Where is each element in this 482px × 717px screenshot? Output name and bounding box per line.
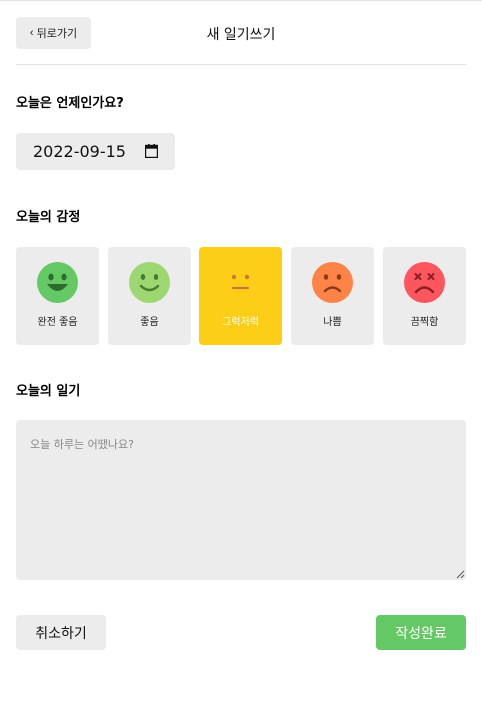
header: ‹ 뒤로가기 새 일기쓰기 — [16, 17, 466, 49]
back-button-label: 뒤로가기 — [36, 28, 78, 40]
emotion-label: 끔찍함 — [410, 317, 439, 328]
header-divider — [16, 64, 466, 65]
diary-textarea[interactable] — [16, 420, 466, 580]
calendar-icon[interactable] — [145, 144, 158, 158]
chevron-left-icon: ‹ — [29, 27, 34, 39]
emotion-label: 완전 좋음 — [37, 317, 78, 328]
sad-face-icon — [312, 262, 353, 303]
emotion-label: 좋음 — [140, 317, 159, 328]
emotion-label: 그럭저럭 — [222, 317, 259, 328]
neutral-face-icon — [220, 262, 261, 303]
resize-grip-icon[interactable] — [456, 570, 465, 579]
very-happy-face-icon — [37, 262, 78, 303]
happy-face-icon — [129, 262, 170, 303]
back-button[interactable]: ‹ 뒤로가기 — [16, 17, 91, 49]
emotion-item-soso[interactable]: 그럭저럭 — [199, 247, 282, 345]
emotion-item-bad[interactable]: 나쁨 — [291, 247, 374, 345]
emotion-item-good[interactable]: 좋음 — [108, 247, 191, 345]
angry-face-icon — [404, 262, 445, 303]
cancel-button[interactable]: 취소하기 — [16, 615, 106, 650]
diary-section-title: 오늘의 일기 — [16, 384, 81, 399]
emotion-section-title: 오늘의 감정 — [16, 210, 81, 225]
submit-button[interactable]: 작성완료 — [376, 615, 466, 650]
emotion-list: 완전 좋음 좋음 그럭저럭 나쁨 끔찍함 — [16, 247, 466, 345]
emotion-label: 나쁨 — [323, 317, 342, 328]
date-section-title: 오늘은 언제인가요? — [16, 96, 124, 111]
emotion-item-great[interactable]: 완전 좋음 — [16, 247, 99, 345]
top-border — [0, 0, 482, 1]
date-input[interactable]: 2022-09-15 — [16, 133, 175, 170]
emotion-item-terrible[interactable]: 끔찍함 — [383, 247, 466, 345]
date-value: 2022-09-15 — [33, 142, 126, 161]
